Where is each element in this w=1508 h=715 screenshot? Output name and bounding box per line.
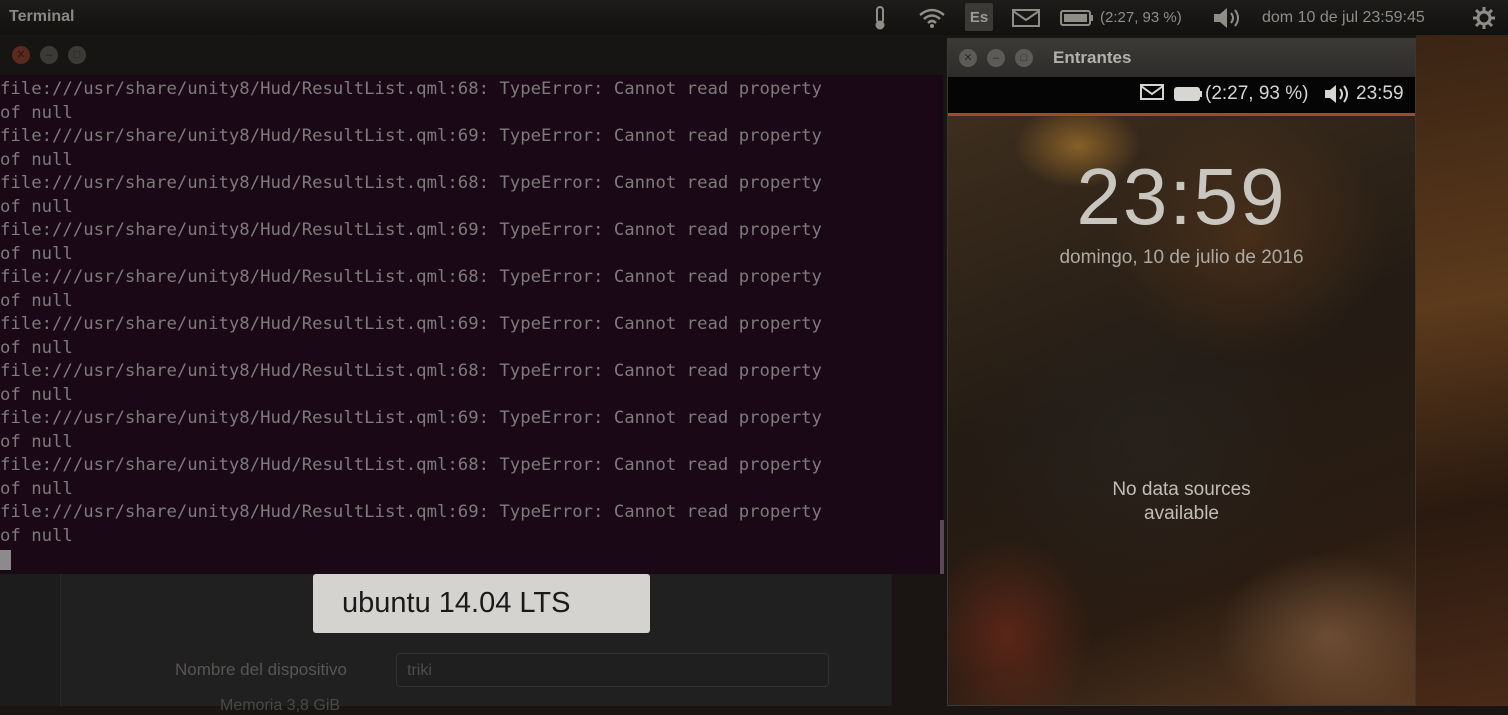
top-panel: Terminal Es (2:27, 93 %) dom 10 de jul 2… (0, 0, 1508, 35)
sound-icon[interactable] (1212, 0, 1244, 35)
terminal-line: of null (0, 102, 73, 123)
terminal-line: file:///usr/share/unity8/Hud/ResultList.… (0, 455, 822, 475)
clock[interactable]: dom 10 de jul 23:59:45 (1262, 0, 1425, 35)
terminal-line: file:///usr/share/unity8/Hud/ResultList.… (0, 267, 822, 287)
phone-battery-text: (2:27, 93 %) (1205, 83, 1309, 104)
minimize-icon[interactable]: – (987, 49, 1005, 67)
terminal-line: file:///usr/share/unity8/Hud/ResultList.… (0, 408, 822, 428)
infographic-message: No data sources available (948, 478, 1415, 526)
mail-icon[interactable] (1140, 83, 1164, 107)
terminal-line: of null (0, 149, 73, 170)
terminal-line: of null (0, 290, 73, 311)
phone-titlebar[interactable]: ✕ – □ Entrantes (948, 39, 1415, 77)
close-icon[interactable]: ✕ (12, 46, 30, 64)
no-data-line: available (1144, 503, 1219, 524)
device-name-label: Nombre del dispositivo (175, 660, 347, 679)
active-app-title: Terminal (9, 8, 75, 25)
desktop-wallpaper (1416, 35, 1508, 706)
close-icon[interactable]: ✕ (959, 49, 977, 67)
device-name-field[interactable]: triki (396, 653, 829, 687)
terminal-line: file:///usr/share/unity8/Hud/ResultList.… (0, 502, 822, 522)
terminal-line: of null (0, 384, 73, 405)
terminal-line: of null (0, 337, 73, 358)
memory-label: Memoria 3,8 GiB (220, 697, 341, 714)
terminal-titlebar[interactable] (0, 35, 946, 75)
terminal-line: file:///usr/share/unity8/Hud/ResultList.… (0, 314, 822, 334)
terminal-line: of null (0, 478, 73, 499)
lock-screen-time: 23:59 (1076, 152, 1287, 241)
gear-icon[interactable] (1472, 0, 1496, 35)
terminal-output[interactable]: file:///usr/share/unity8/Hud/ResultList.… (0, 75, 943, 574)
minimize-icon[interactable]: – (40, 46, 58, 64)
thermometer-icon[interactable] (872, 0, 888, 35)
os-version-badge: ubuntu 14.04 LTS (313, 574, 650, 633)
phone-window-title: Entrantes (1053, 48, 1132, 67)
terminal-line: file:///usr/share/unity8/Hud/ResultList.… (0, 126, 822, 146)
phone-status-time: 23:59 (1356, 83, 1404, 104)
terminal-line: of null (0, 525, 73, 546)
sound-icon[interactable] (1323, 83, 1353, 111)
terminal-line: file:///usr/share/unity8/Hud/ResultList.… (0, 361, 822, 381)
phone-emulator-window[interactable]: ✕ – □ Entrantes (2:27, 93 %) 23:59 23:59… (947, 38, 1416, 706)
terminal-line: file:///usr/share/unity8/Hud/ResultList.… (0, 220, 822, 240)
keyboard-layout-indicator[interactable]: Es (965, 3, 993, 31)
lock-screen[interactable]: 23:59 domingo, 10 de julio de 2016 No da… (948, 116, 1415, 705)
terminal-cursor (0, 550, 11, 570)
terminal-line: of null (0, 431, 73, 452)
mail-icon[interactable] (1012, 0, 1040, 35)
wifi-icon[interactable] (918, 0, 946, 35)
terminal-scrollbar[interactable] (940, 520, 944, 574)
terminal-line: file:///usr/share/unity8/Hud/ResultList.… (0, 79, 822, 99)
lock-screen-date: domingo, 10 de julio de 2016 (1059, 247, 1304, 268)
battery-text: (2:27, 93 %) (1100, 9, 1182, 26)
terminal-line: of null (0, 196, 73, 217)
maximize-icon[interactable]: □ (68, 46, 86, 64)
no-data-line: No data sources (1112, 479, 1251, 500)
phone-status-bar[interactable]: (2:27, 93 %) 23:59 (948, 77, 1415, 116)
battery-icon[interactable] (1173, 84, 1203, 110)
battery-icon (1060, 9, 1093, 26)
terminal-line: file:///usr/share/unity8/Hud/ResultList.… (0, 173, 822, 193)
terminal-line: of null (0, 243, 73, 264)
battery-indicator[interactable]: (2:27, 93 %) (1060, 0, 1182, 35)
maximize-icon[interactable]: □ (1015, 49, 1033, 67)
